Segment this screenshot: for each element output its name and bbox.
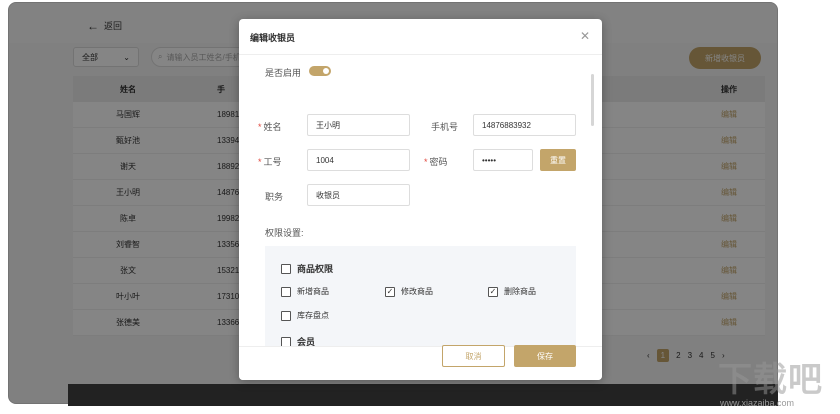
close-icon[interactable]: ✕ (580, 29, 590, 43)
employee-id-field[interactable]: 1004 (307, 149, 410, 171)
password-field[interactable]: ••••• (473, 149, 533, 171)
checkbox-unchecked-icon (281, 336, 291, 346)
name-field[interactable]: 王小明 (307, 114, 410, 136)
dialog-title: 编辑收银员 (250, 33, 296, 43)
permission-label: 新增商品 (297, 287, 329, 296)
permission-add-product[interactable]: 新增商品 (281, 286, 329, 297)
name-label: * 姓名 (258, 120, 282, 133)
permission-delete-product[interactable]: ✓ 删除商品 (488, 286, 536, 297)
member-permission-group[interactable]: 会员 (281, 335, 315, 346)
group-label: 会员 (297, 337, 316, 346)
permissions-panel: 商品权限 新增商品 ✓ 修改商品 ✓ 删除商品 库存盘点 会员 (265, 246, 576, 346)
checkbox-checked-icon: ✓ (488, 286, 498, 297)
permission-label: 库存盘点 (297, 311, 329, 320)
required-mark: * (424, 157, 428, 167)
role-field[interactable]: 收银员 (307, 184, 410, 206)
name-label-text: 姓名 (263, 122, 282, 132)
cancel-button[interactable]: 取消 (442, 345, 505, 367)
phone-label: 手机号 (431, 122, 459, 132)
reset-password-button[interactable]: 重置 (540, 149, 576, 171)
group-label: 商品权限 (297, 264, 334, 274)
watermark-url: www.xiazaiba.com (720, 398, 795, 408)
permission-stocktake[interactable]: 库存盘点 (281, 310, 329, 321)
password-label: * 密码 (424, 155, 448, 168)
edit-cashier-dialog: 编辑收银员 ✕ 是否启用 * 姓名 王小明 手机号 14876883932 * 工号… (239, 19, 602, 380)
save-button[interactable]: 保存 (514, 345, 576, 367)
password-label-text: 密码 (429, 157, 448, 167)
checkbox-checked-icon: ✓ (385, 286, 395, 297)
id-label-text: 工号 (263, 157, 282, 167)
id-label: * 工号 (258, 155, 282, 168)
enabled-toggle[interactable] (309, 66, 331, 76)
checkbox-unchecked-icon (281, 310, 291, 321)
required-mark: * (258, 122, 262, 132)
role-label: 职务 (265, 192, 284, 202)
toggle-knob (323, 68, 329, 74)
product-permission-group[interactable]: 商品权限 (281, 262, 333, 275)
permission-label: 删除商品 (504, 287, 536, 296)
permission-edit-product[interactable]: ✓ 修改商品 (385, 286, 433, 297)
site-watermark: 下载吧 www.xiazaiba.com (700, 350, 830, 410)
required-mark: * (258, 157, 262, 167)
permissions-label: 权限设置: (265, 228, 304, 238)
dialog-scrollbar[interactable] (591, 74, 594, 126)
checkbox-unchecked-icon (281, 286, 291, 297)
permission-label: 修改商品 (401, 287, 433, 296)
taskbar-strip (68, 384, 778, 406)
enabled-label: 是否启用 (265, 68, 302, 78)
checkbox-unchecked-icon (281, 263, 291, 274)
dialog-body: 是否启用 * 姓名 王小明 手机号 14876883932 * 工号 1004 * 密… (239, 56, 602, 346)
dialog-header: 编辑收银员 ✕ (239, 19, 602, 55)
phone-field[interactable]: 14876883932 (473, 114, 576, 136)
watermark-logo: 下载吧 (718, 360, 823, 400)
